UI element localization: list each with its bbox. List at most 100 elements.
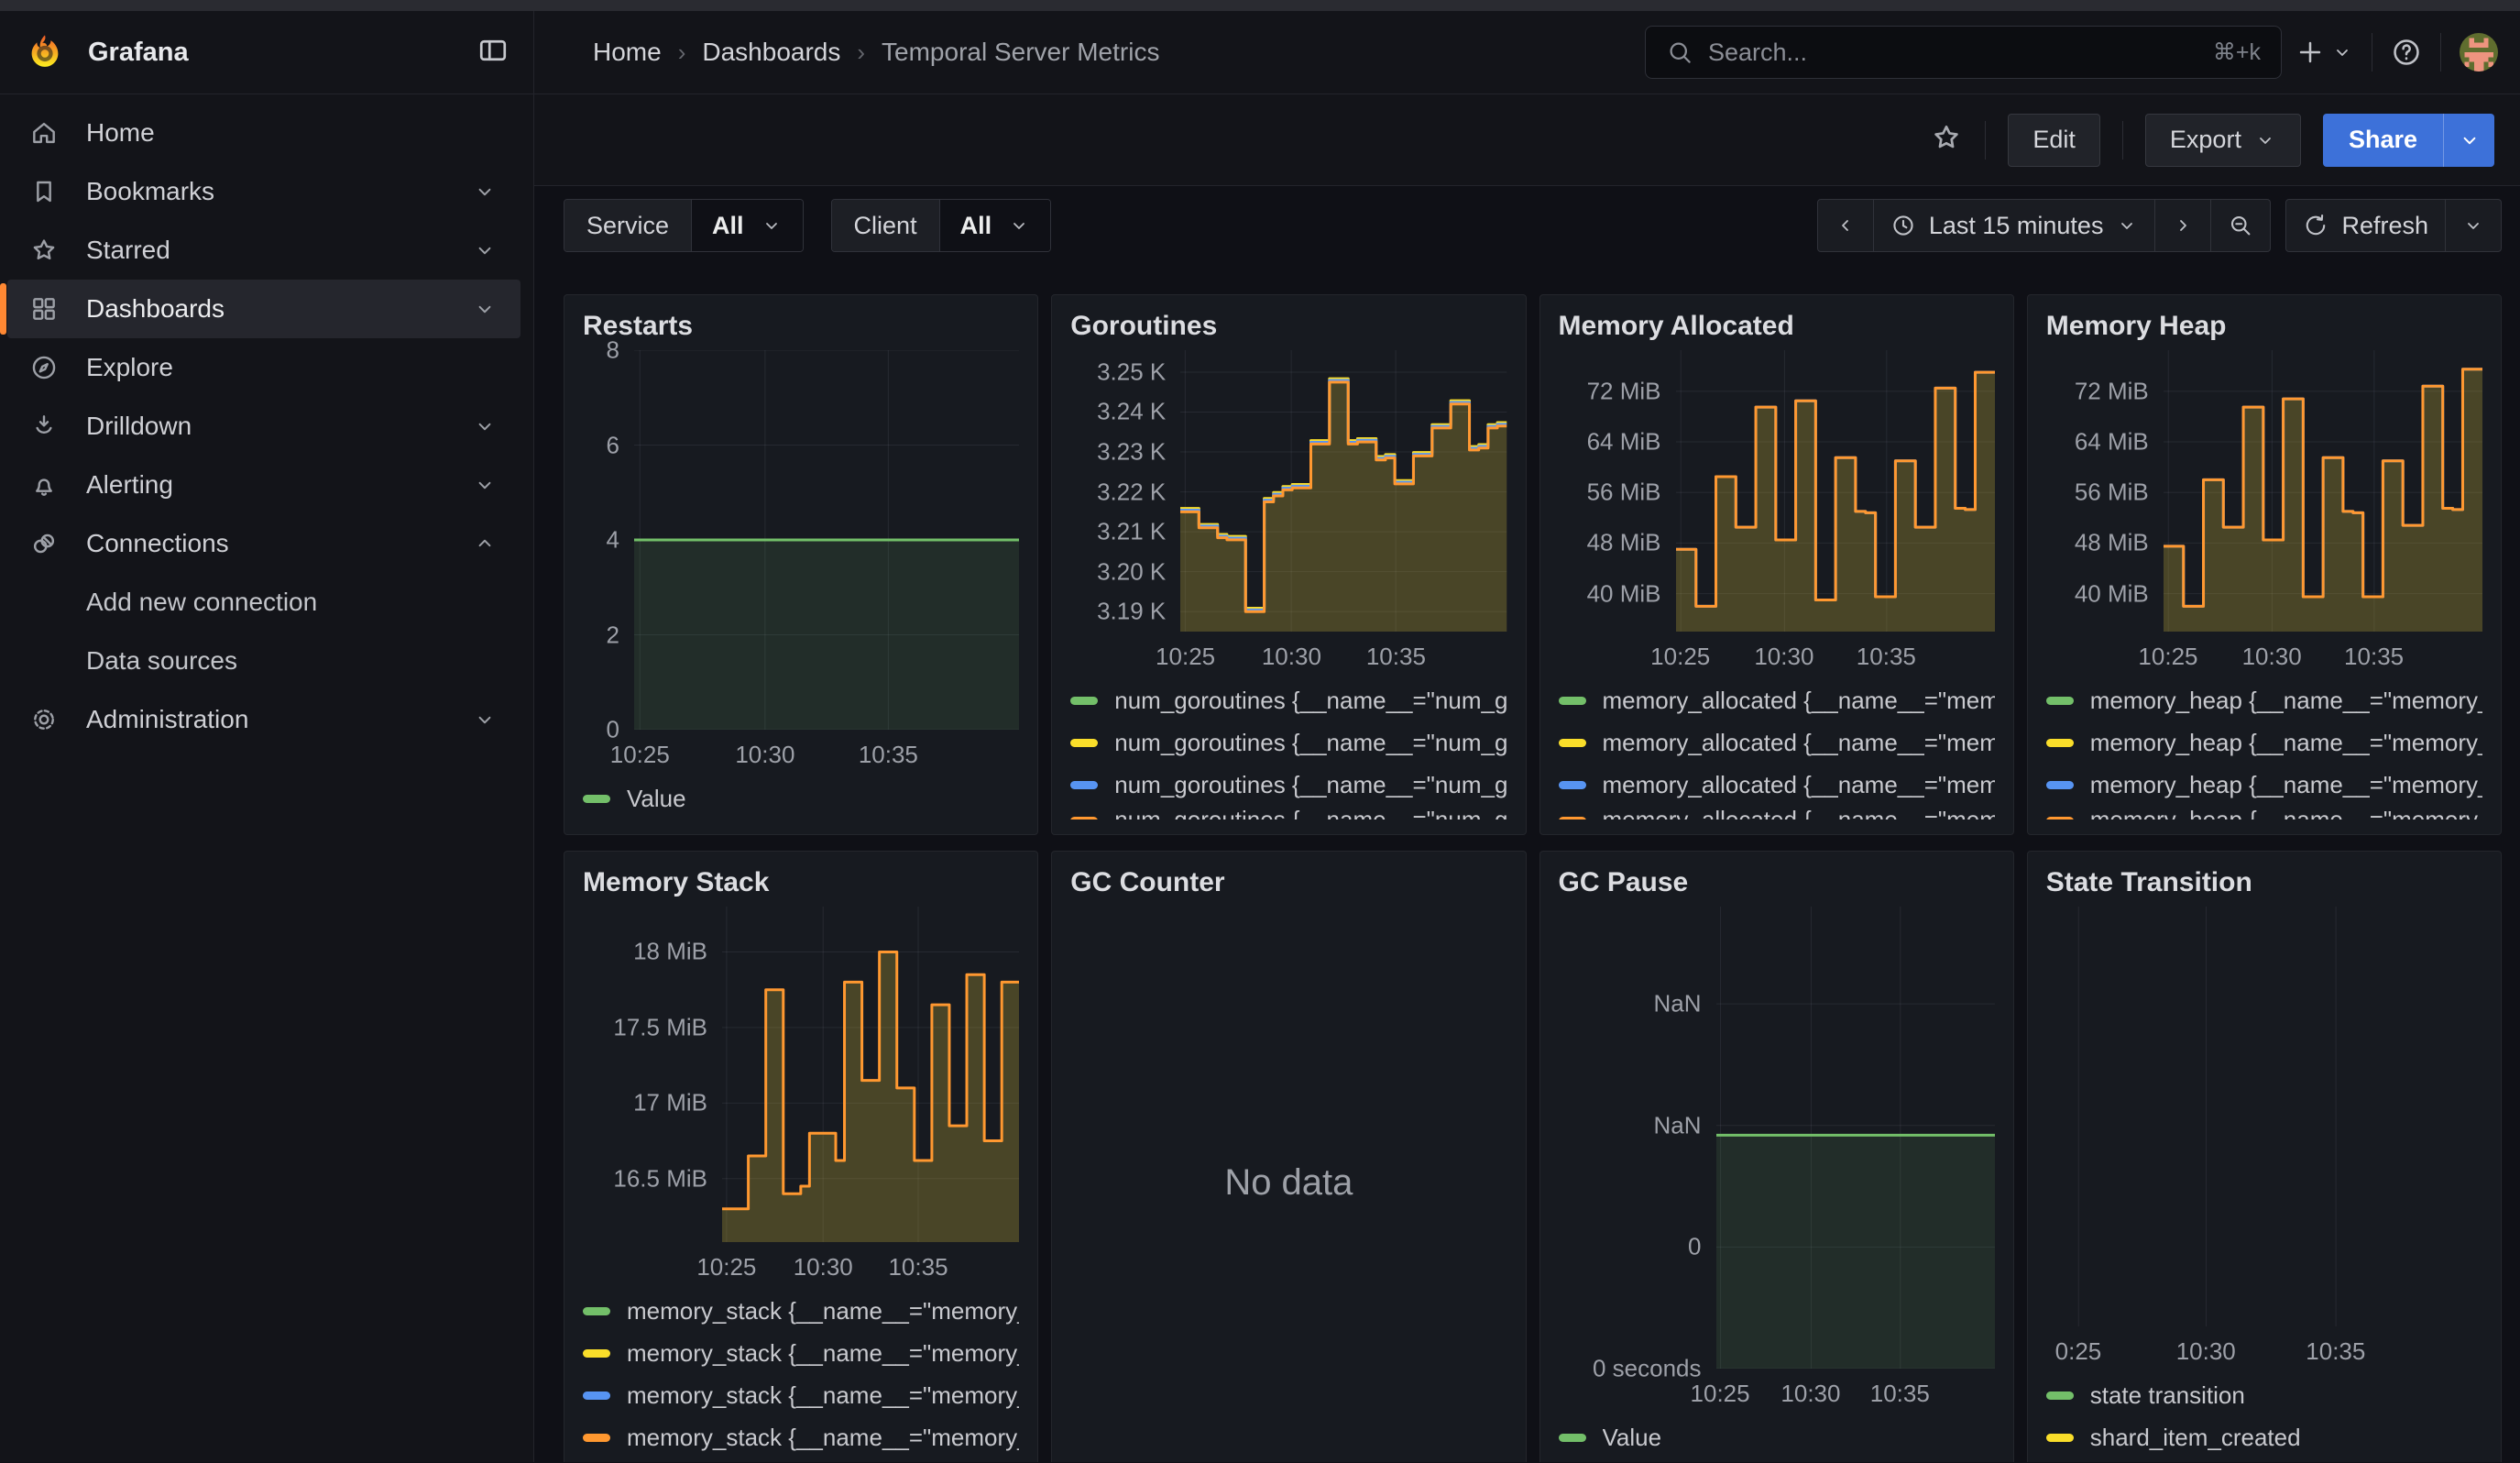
sidebar-item-label: Starred xyxy=(86,236,473,265)
panel-title[interactable]: Goroutines xyxy=(1070,308,1507,345)
legend-item[interactable]: memory_allocated {__name__="memo xyxy=(1559,764,1995,806)
plot-region[interactable] xyxy=(1716,907,1995,1369)
plot-region[interactable] xyxy=(2057,907,2482,1326)
chevron-down-icon[interactable] xyxy=(473,708,497,732)
legend-item[interactable]: memory_heap {__name__="memory_h xyxy=(2046,679,2482,721)
legend-label: memory_allocated {__name__="memo xyxy=(1603,729,1995,757)
legend-swatch xyxy=(1070,697,1098,705)
user-avatar[interactable] xyxy=(2460,33,2498,72)
legend-label: memory_allocated {__name__="memo xyxy=(1603,687,1995,715)
breadcrumb-home[interactable]: Home xyxy=(593,38,662,67)
refresh-button[interactable]: Refresh xyxy=(2286,200,2445,251)
panel-title[interactable]: GC Counter xyxy=(1070,864,1507,901)
chevron-down-icon[interactable] xyxy=(473,180,497,204)
sidebar-item-explore[interactable]: Explore xyxy=(7,338,520,397)
sidebar-item-label: Home xyxy=(86,118,497,148)
x-tick-label: 10:30 xyxy=(735,741,794,769)
legend-item[interactable]: num_goroutines {__name__="num_go xyxy=(1070,806,1507,820)
favorite-star-button[interactable] xyxy=(1930,121,1963,159)
y-tick-label: 0 xyxy=(1688,1233,1701,1261)
legend: memory_stack {__name__="memory_smemory_s… xyxy=(583,1282,1019,1458)
legend-item[interactable]: num_goroutines {__name__="num_go xyxy=(1070,764,1507,806)
sidebar-item-connections[interactable]: Connections xyxy=(7,514,520,573)
sidebar-item-drilldown[interactable]: Drilldown xyxy=(7,397,520,456)
export-button[interactable]: Export xyxy=(2145,114,2301,167)
legend-item[interactable]: Value xyxy=(1559,1416,1995,1458)
refresh-interval-button[interactable] xyxy=(2445,200,2501,251)
search-icon xyxy=(1666,38,1693,66)
search-input[interactable]: Search... ⌘+k xyxy=(1645,26,2282,79)
legend-label: num_goroutines {__name__="num_go xyxy=(1114,771,1507,799)
legend-swatch xyxy=(583,1434,610,1442)
legend-item[interactable]: memory_allocated {__name__="memo xyxy=(1559,721,1995,764)
sidebar-item-add-new-connection[interactable]: Add new connection xyxy=(7,573,520,632)
legend-swatch xyxy=(2046,1434,2074,1442)
sidebar-item-home[interactable]: Home xyxy=(7,104,520,162)
y-tick-label: 48 MiB xyxy=(2075,529,2149,557)
legend-item[interactable]: memory_stack {__name__="memory_s xyxy=(583,1416,1019,1458)
legend-item[interactable]: num_goroutines {__name__="num_go xyxy=(1070,679,1507,721)
share-menu-button[interactable] xyxy=(2443,114,2494,167)
panel-memory-allocated: Memory Allocated40 MiB48 MiB56 MiB64 MiB… xyxy=(1539,294,2014,835)
variable-client-dropdown[interactable]: Client All xyxy=(831,199,1052,252)
y-tick-label: 16.5 MiB xyxy=(613,1164,707,1193)
legend-item[interactable]: memory_stack {__name__="memory_s xyxy=(583,1290,1019,1332)
chevron-down-icon[interactable] xyxy=(473,238,497,262)
time-zoom-out-button[interactable] xyxy=(2210,200,2270,251)
sidebar-item-bookmarks[interactable]: Bookmarks xyxy=(7,162,520,221)
legend-item[interactable]: memory_heap {__name__="memory_h xyxy=(2046,764,2482,806)
legend-item[interactable]: memory_heap {__name__="memory_h xyxy=(2046,721,2482,764)
sidebar-item-label: Add new connection xyxy=(86,588,497,617)
bookmark-icon xyxy=(29,177,59,206)
chevron-up-icon[interactable] xyxy=(473,532,497,556)
sidebar-item-label: Data sources xyxy=(86,646,497,676)
legend-item[interactable]: memory_stack {__name__="memory_s xyxy=(583,1332,1019,1374)
sidebar-item-starred[interactable]: Starred xyxy=(7,221,520,280)
grafana-logo-icon[interactable] xyxy=(24,31,66,73)
chevron-down-icon[interactable] xyxy=(473,473,497,497)
legend-item[interactable]: memory_heap {__name__="memory_h xyxy=(2046,806,2482,820)
y-tick-label: 3.19 K xyxy=(1097,598,1166,626)
toggle-sidebar-icon[interactable] xyxy=(477,34,509,72)
plot-region[interactable] xyxy=(634,350,1019,730)
plot-region[interactable] xyxy=(2164,350,2482,632)
edit-button[interactable]: Edit xyxy=(2008,114,2100,167)
panel-title[interactable]: State Transition xyxy=(2046,864,2482,901)
panel-title[interactable]: Restarts xyxy=(583,308,1019,345)
legend-item[interactable]: memory_stack {__name__="memory_s xyxy=(583,1374,1019,1416)
panel-title[interactable]: Memory Stack xyxy=(583,864,1019,901)
plot-region[interactable] xyxy=(1180,350,1507,632)
x-tick-label: 10:25 xyxy=(2138,643,2197,671)
legend-item[interactable]: memory_allocated {__name__="memo xyxy=(1559,679,1995,721)
chevron-down-icon[interactable] xyxy=(473,414,497,438)
legend-label: state transition xyxy=(2090,1381,2245,1410)
plot-region[interactable] xyxy=(1676,350,1995,632)
time-back-button[interactable] xyxy=(1818,200,1873,251)
add-button[interactable] xyxy=(2295,37,2353,68)
sidebar-item-alerting[interactable]: Alerting xyxy=(7,456,520,514)
breadcrumb-dashboards[interactable]: Dashboards xyxy=(702,38,840,67)
connections-icon xyxy=(29,529,59,558)
legend-swatch xyxy=(1559,1434,1586,1442)
sidebar-item-data-sources[interactable]: Data sources xyxy=(7,632,520,690)
legend-item[interactable]: shard_item_created xyxy=(2046,1416,2482,1458)
sidebar-item-label: Alerting xyxy=(86,470,473,500)
panel-title[interactable]: Memory Heap xyxy=(2046,308,2482,345)
chevron-down-icon[interactable] xyxy=(473,297,497,321)
legend-label: memory_allocated {__name__="memo xyxy=(1603,771,1995,799)
legend-item[interactable]: state transition xyxy=(2046,1374,2482,1416)
time-range-button[interactable]: Last 15 minutes xyxy=(1873,200,2155,251)
panel-title[interactable]: Memory Allocated xyxy=(1559,308,1995,345)
plot-region[interactable] xyxy=(722,907,1019,1242)
help-button[interactable] xyxy=(2391,37,2422,68)
legend-item[interactable]: memory_allocated {__name__="memo xyxy=(1559,806,1995,820)
panel-title[interactable]: GC Pause xyxy=(1559,864,1995,901)
time-forward-button[interactable] xyxy=(2154,200,2210,251)
sidebar-item-dashboards[interactable]: Dashboards xyxy=(7,280,520,338)
x-tick-label: 10:25 xyxy=(610,741,670,769)
sidebar-item-administration[interactable]: Administration xyxy=(7,690,520,749)
legend-item[interactable]: num_goroutines {__name__="num_go xyxy=(1070,721,1507,764)
share-button[interactable]: Share xyxy=(2323,114,2443,167)
variable-service-dropdown[interactable]: Service All xyxy=(564,199,804,252)
legend-item[interactable]: Value xyxy=(583,777,1019,820)
